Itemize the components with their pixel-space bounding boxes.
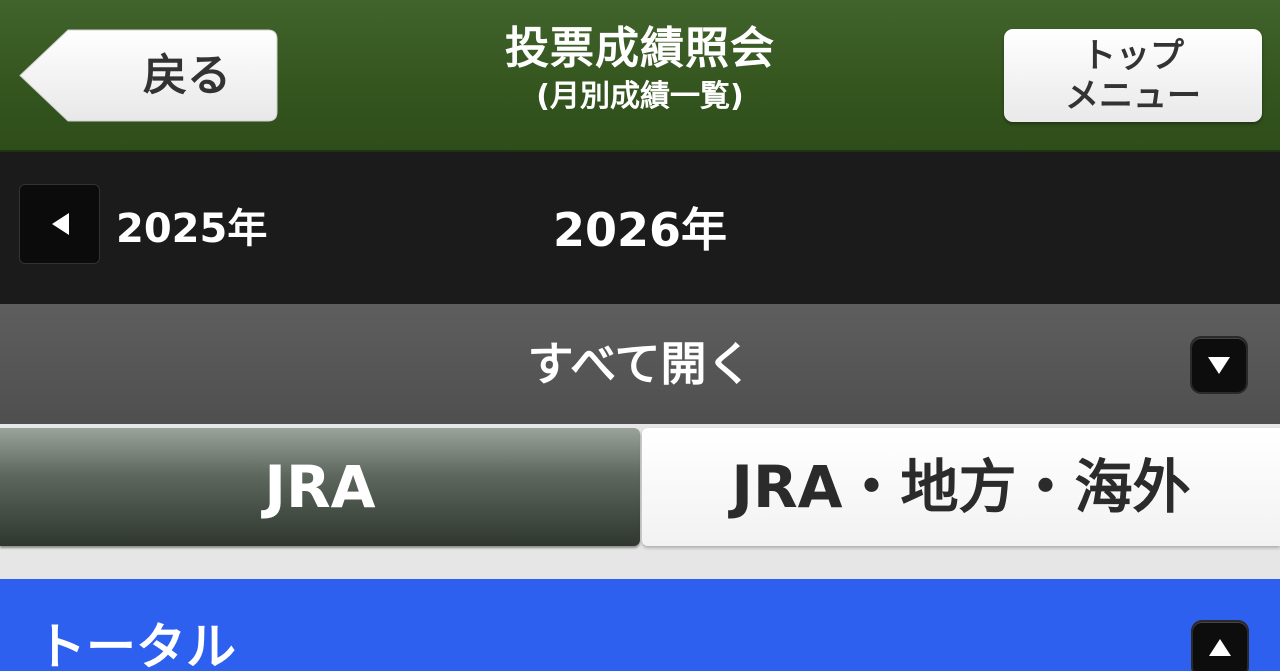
expand-all-bar[interactable]: すべて開く (0, 304, 1280, 424)
current-year: 2026年 (552, 203, 728, 257)
expand-all-label: すべて開く (527, 337, 753, 391)
back-button-label: 戻る (143, 50, 231, 101)
top-menu-button[interactable]: トップ メニュー (1004, 29, 1262, 122)
page-title-block: 投票成績照会 (月別成績一覧) (440, 20, 840, 116)
expand-all-toggle[interactable] (1192, 338, 1246, 392)
triangle-left-icon (52, 213, 69, 235)
section-collapse-toggle[interactable] (1193, 622, 1247, 671)
section-title-total: トータル (36, 618, 236, 671)
app-screen: 戻る 投票成績照会 (月別成績一覧) トップ メニュー 2025年 2026年 … (0, 0, 1280, 671)
tab-jra-local-overseas[interactable]: JRA・地方・海外 (642, 428, 1280, 546)
top-menu-label-line1: トップ (1082, 36, 1184, 76)
triangle-down-icon (1208, 357, 1230, 374)
prev-year-label[interactable]: 2025年 (116, 204, 267, 254)
back-button[interactable]: 戻る (18, 29, 278, 122)
header-bar: 戻る 投票成績照会 (月別成績一覧) トップ メニュー (0, 0, 1280, 152)
page-subtitle: (月別成績一覧) (536, 79, 744, 114)
top-menu-label-line2: メニュー (1065, 76, 1201, 116)
prev-year-button[interactable] (19, 184, 100, 264)
tab-jra[interactable]: JRA (0, 428, 640, 546)
triangle-up-icon (1209, 639, 1231, 656)
page-title: 投票成績照会 (505, 23, 775, 74)
